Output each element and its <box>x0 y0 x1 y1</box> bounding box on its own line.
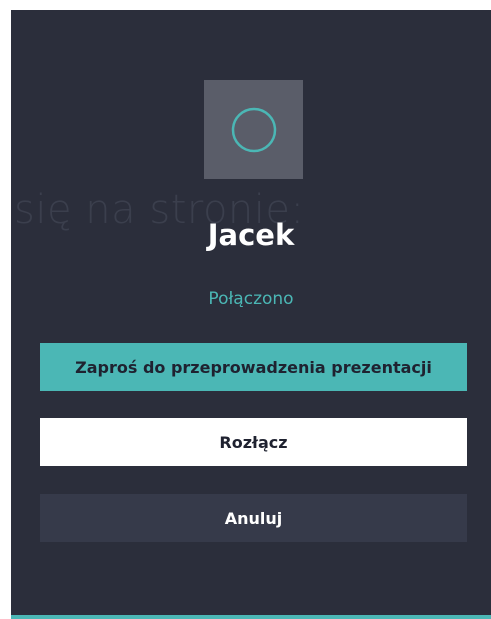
invite-presenter-button[interactable]: Zaproś do przeprowadzenia prezentacji <box>40 343 467 391</box>
disconnect-button[interactable]: Rozłącz <box>40 418 467 466</box>
participant-dialog: się na stronie: Jacek Połączono Zaproś d… <box>11 10 491 619</box>
cancel-button[interactable]: Anuluj <box>40 494 467 542</box>
circle-icon <box>231 107 276 152</box>
connection-status: Połączono <box>208 289 294 309</box>
avatar <box>204 80 303 179</box>
bottom-accent-bar <box>11 615 491 619</box>
participant-name: Jacek <box>207 218 295 252</box>
